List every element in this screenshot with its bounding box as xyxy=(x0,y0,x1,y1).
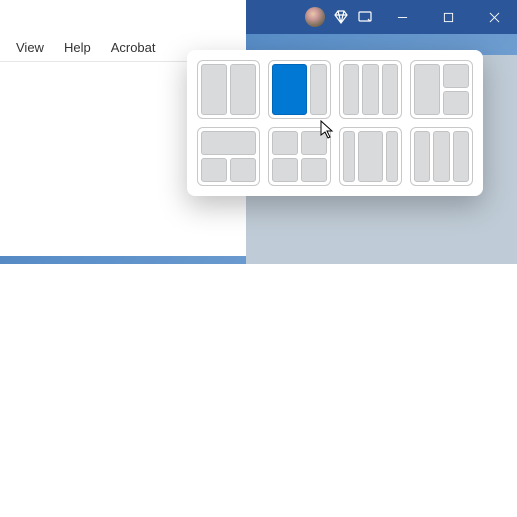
snap-layout-three-uneven[interactable] xyxy=(410,127,473,186)
snap-zone[interactable] xyxy=(414,64,440,115)
snap-zone[interactable] xyxy=(201,131,256,155)
snap-zone[interactable] xyxy=(310,64,327,115)
snap-zone[interactable] xyxy=(230,64,256,115)
snap-zone[interactable] xyxy=(414,131,430,182)
snap-zone[interactable] xyxy=(386,131,398,182)
snap-zone[interactable] xyxy=(201,64,227,115)
snap-zone[interactable] xyxy=(272,158,298,182)
snap-layout-half-stack[interactable] xyxy=(410,60,473,119)
diamond-icon[interactable] xyxy=(333,9,349,25)
snap-zone-selected[interactable] xyxy=(272,64,307,115)
menu-view[interactable]: View xyxy=(6,36,54,59)
snap-layout-two-halves[interactable] xyxy=(197,60,260,119)
snap-zone[interactable] xyxy=(443,91,469,115)
snap-zone[interactable] xyxy=(343,64,359,115)
snap-zone[interactable] xyxy=(272,131,298,155)
snap-layout-three-columns[interactable] xyxy=(339,60,402,119)
snap-layout-quad[interactable] xyxy=(268,127,331,186)
snap-zone[interactable] xyxy=(230,158,256,182)
close-button[interactable] xyxy=(471,0,517,34)
snap-zone[interactable] xyxy=(443,64,469,88)
menu-acrobat[interactable]: Acrobat xyxy=(101,36,166,59)
snap-zone[interactable] xyxy=(382,64,398,115)
snap-zone[interactable] xyxy=(343,131,355,182)
minimize-button[interactable] xyxy=(379,0,425,34)
snap-zone[interactable] xyxy=(201,158,227,182)
snap-zone[interactable] xyxy=(358,131,383,182)
snap-layout-top-two[interactable] xyxy=(197,127,260,186)
snap-layout-two-thirds[interactable] xyxy=(268,60,331,119)
snap-zone[interactable] xyxy=(362,64,378,115)
snap-layouts-flyout xyxy=(187,50,483,196)
snap-zone[interactable] xyxy=(433,131,449,182)
ribbon-display-icon[interactable] xyxy=(357,9,373,25)
snap-layout-wide-center[interactable] xyxy=(339,127,402,186)
user-avatar[interactable] xyxy=(305,7,325,27)
menu-help[interactable]: Help xyxy=(54,36,101,59)
maximize-button[interactable] xyxy=(425,0,471,34)
snap-zone[interactable] xyxy=(301,131,327,155)
snap-zone[interactable] xyxy=(453,131,469,182)
snap-zone[interactable] xyxy=(301,158,327,182)
